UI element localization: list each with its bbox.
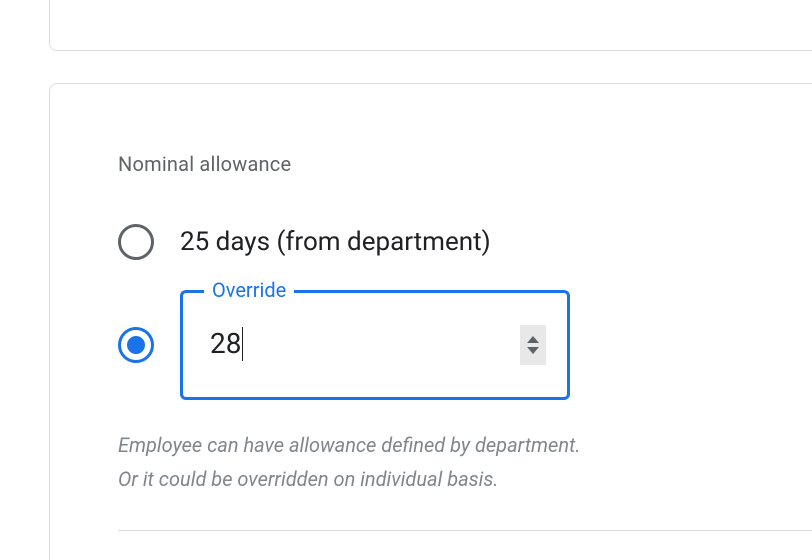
radio-button-override[interactable] (118, 327, 154, 363)
radio-button-department[interactable] (118, 224, 154, 260)
override-field[interactable]: Override 28 (180, 290, 570, 400)
section-title: Nominal allowance (118, 152, 812, 176)
override-input[interactable]: 28 (210, 327, 243, 363)
chevron-up-icon[interactable] (527, 336, 539, 343)
number-stepper[interactable] (520, 325, 546, 365)
radio-option-department[interactable]: 25 days (from department) (118, 224, 812, 260)
text-caret (242, 327, 243, 361)
divider (118, 530, 812, 531)
helper-text: Employee can have allowance defined by d… (118, 428, 748, 496)
chevron-down-icon[interactable] (527, 347, 539, 354)
radio-label-department: 25 days (from department) (180, 227, 491, 257)
nominal-allowance-card: Nominal allowance 25 days (from departme… (49, 83, 812, 560)
previous-card-fragment (49, 0, 812, 51)
radio-option-override[interactable]: Override 28 (118, 290, 812, 400)
